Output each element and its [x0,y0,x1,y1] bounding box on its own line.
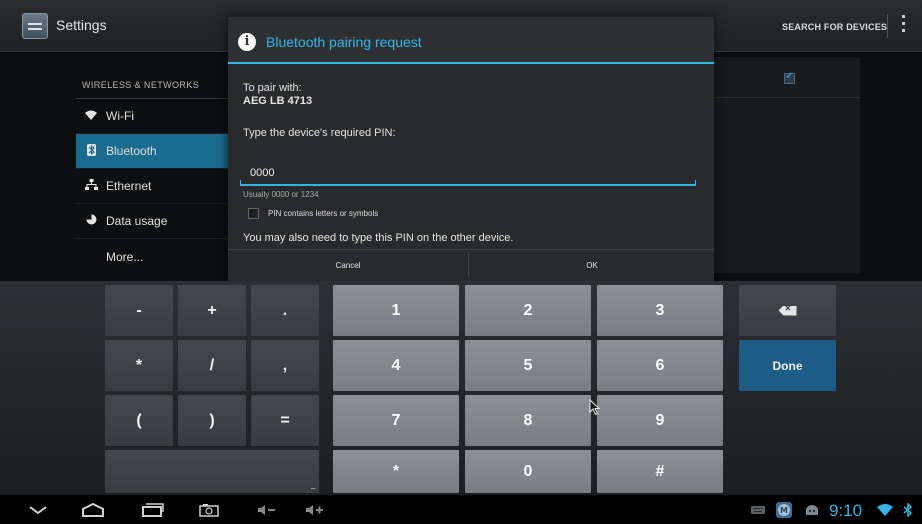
data-usage-icon [84,214,98,228]
key-slash[interactable]: / [178,340,246,391]
pair-with-label: To pair with: [243,82,302,94]
app-title: Settings [56,17,107,33]
sidebar-item-label: Bluetooth [106,144,157,158]
key-asterisk[interactable]: * [105,340,173,391]
backspace-icon [778,305,797,316]
cancel-button[interactable]: Cancel [228,250,468,281]
sidebar-item-more[interactable]: More... [76,239,230,274]
recent-apps-icon[interactable] [138,499,168,521]
wifi-signal-icon [877,503,893,520]
pin-letters-checkbox[interactable] [248,208,259,219]
button-separator [468,253,469,277]
key-close-paren[interactable]: ) [178,395,246,446]
ethernet-icon [84,179,98,193]
dialog-title: Bluetooth pairing request [266,34,422,50]
key-plus[interactable]: + [178,285,246,336]
sidebar-item-label: Data usage [106,214,168,228]
sidebar-item-bluetooth[interactable]: Bluetooth [76,134,230,169]
sidebar-item-ethernet[interactable]: Ethernet [76,169,230,204]
key-5[interactable]: 5 [465,340,591,391]
app-notification-icon[interactable]: M [773,499,795,521]
search-for-devices-button[interactable]: SEARCH FOR DEVICES [782,22,887,32]
key-4[interactable]: 4 [333,340,459,391]
hide-keyboard-icon[interactable] [24,499,52,521]
sidebar-item-label: More... [106,249,144,264]
dialog-title-bar: i Bluetooth pairing request [228,17,714,64]
key-3[interactable]: 3 [597,285,723,336]
ok-button[interactable]: OK [470,250,714,281]
bluetooth-enabled-checkbox[interactable] [784,71,795,84]
pin-input-edge [240,180,241,186]
overflow-menu-icon[interactable] [902,15,906,37]
key-1[interactable]: 1 [333,285,459,336]
pin-prompt: Type the device's required PIN: [243,127,396,139]
key-minus[interactable]: - [105,285,173,336]
key-hash[interactable]: # [597,450,723,493]
settings-app-icon[interactable] [22,13,48,39]
wifi-icon [84,110,98,123]
info-icon: i [238,33,256,51]
sidebar-item-label: Wi-Fi [106,109,134,123]
other-device-note: You may also need to type this PIN on th… [243,232,514,244]
key-equals[interactable]: = [251,395,319,446]
key-done[interactable]: Done [739,340,836,391]
key-2[interactable]: 2 [465,285,591,336]
key-period[interactable]: . [251,285,319,336]
sidebar-item-data-usage[interactable]: Data usage [76,204,230,239]
key-7[interactable]: 7 [333,395,459,446]
volume-down-icon[interactable] [254,499,280,521]
key-space[interactable] [105,450,319,493]
device-name: AEG LB 4713 [243,95,313,107]
sidebar-item-label: Ethernet [106,179,152,193]
action-divider [887,14,888,38]
screenshot-icon[interactable] [195,499,223,521]
numeric-keyboard: - + . * / , ( ) = 1 2 3 4 5 6 7 8 9 * 0 … [0,281,922,495]
bluetooth-icon [84,143,98,159]
pin-input-edge [695,180,696,186]
key-0[interactable]: 0 [465,450,591,493]
mouse-cursor-icon [589,399,600,416]
volume-up-icon[interactable] [302,499,328,521]
sidebar-item-wifi[interactable]: Wi-Fi [76,99,230,134]
status-clock[interactable]: 9:10 [829,501,862,521]
key-backspace[interactable] [739,285,836,336]
android-debug-icon [802,499,822,521]
key-6[interactable]: 6 [597,340,723,391]
bluetooth-pairing-dialog: i Bluetooth pairing request To pair with… [228,17,714,281]
key-9[interactable]: 9 [597,395,723,446]
pin-letters-checkbox-label[interactable]: PIN contains letters or symbols [268,209,378,218]
svg-text:M: M [780,506,788,515]
detail-panel [714,57,860,273]
section-header-wireless: WIRELESS & NETWORKS [82,80,200,90]
bluetooth-status-icon [903,502,913,520]
pin-hint: Usually 0000 or 1234 [243,190,319,199]
pin-input[interactable] [240,162,696,186]
key-8[interactable]: 8 [465,395,591,446]
key-open-paren[interactable]: ( [105,395,173,446]
home-icon[interactable] [78,499,108,521]
keyboard-status-icon [749,499,767,521]
system-navigation-bar: M [0,495,922,524]
detail-divider [714,97,860,98]
key-star[interactable]: * [333,450,459,493]
key-comma[interactable]: , [251,340,319,391]
